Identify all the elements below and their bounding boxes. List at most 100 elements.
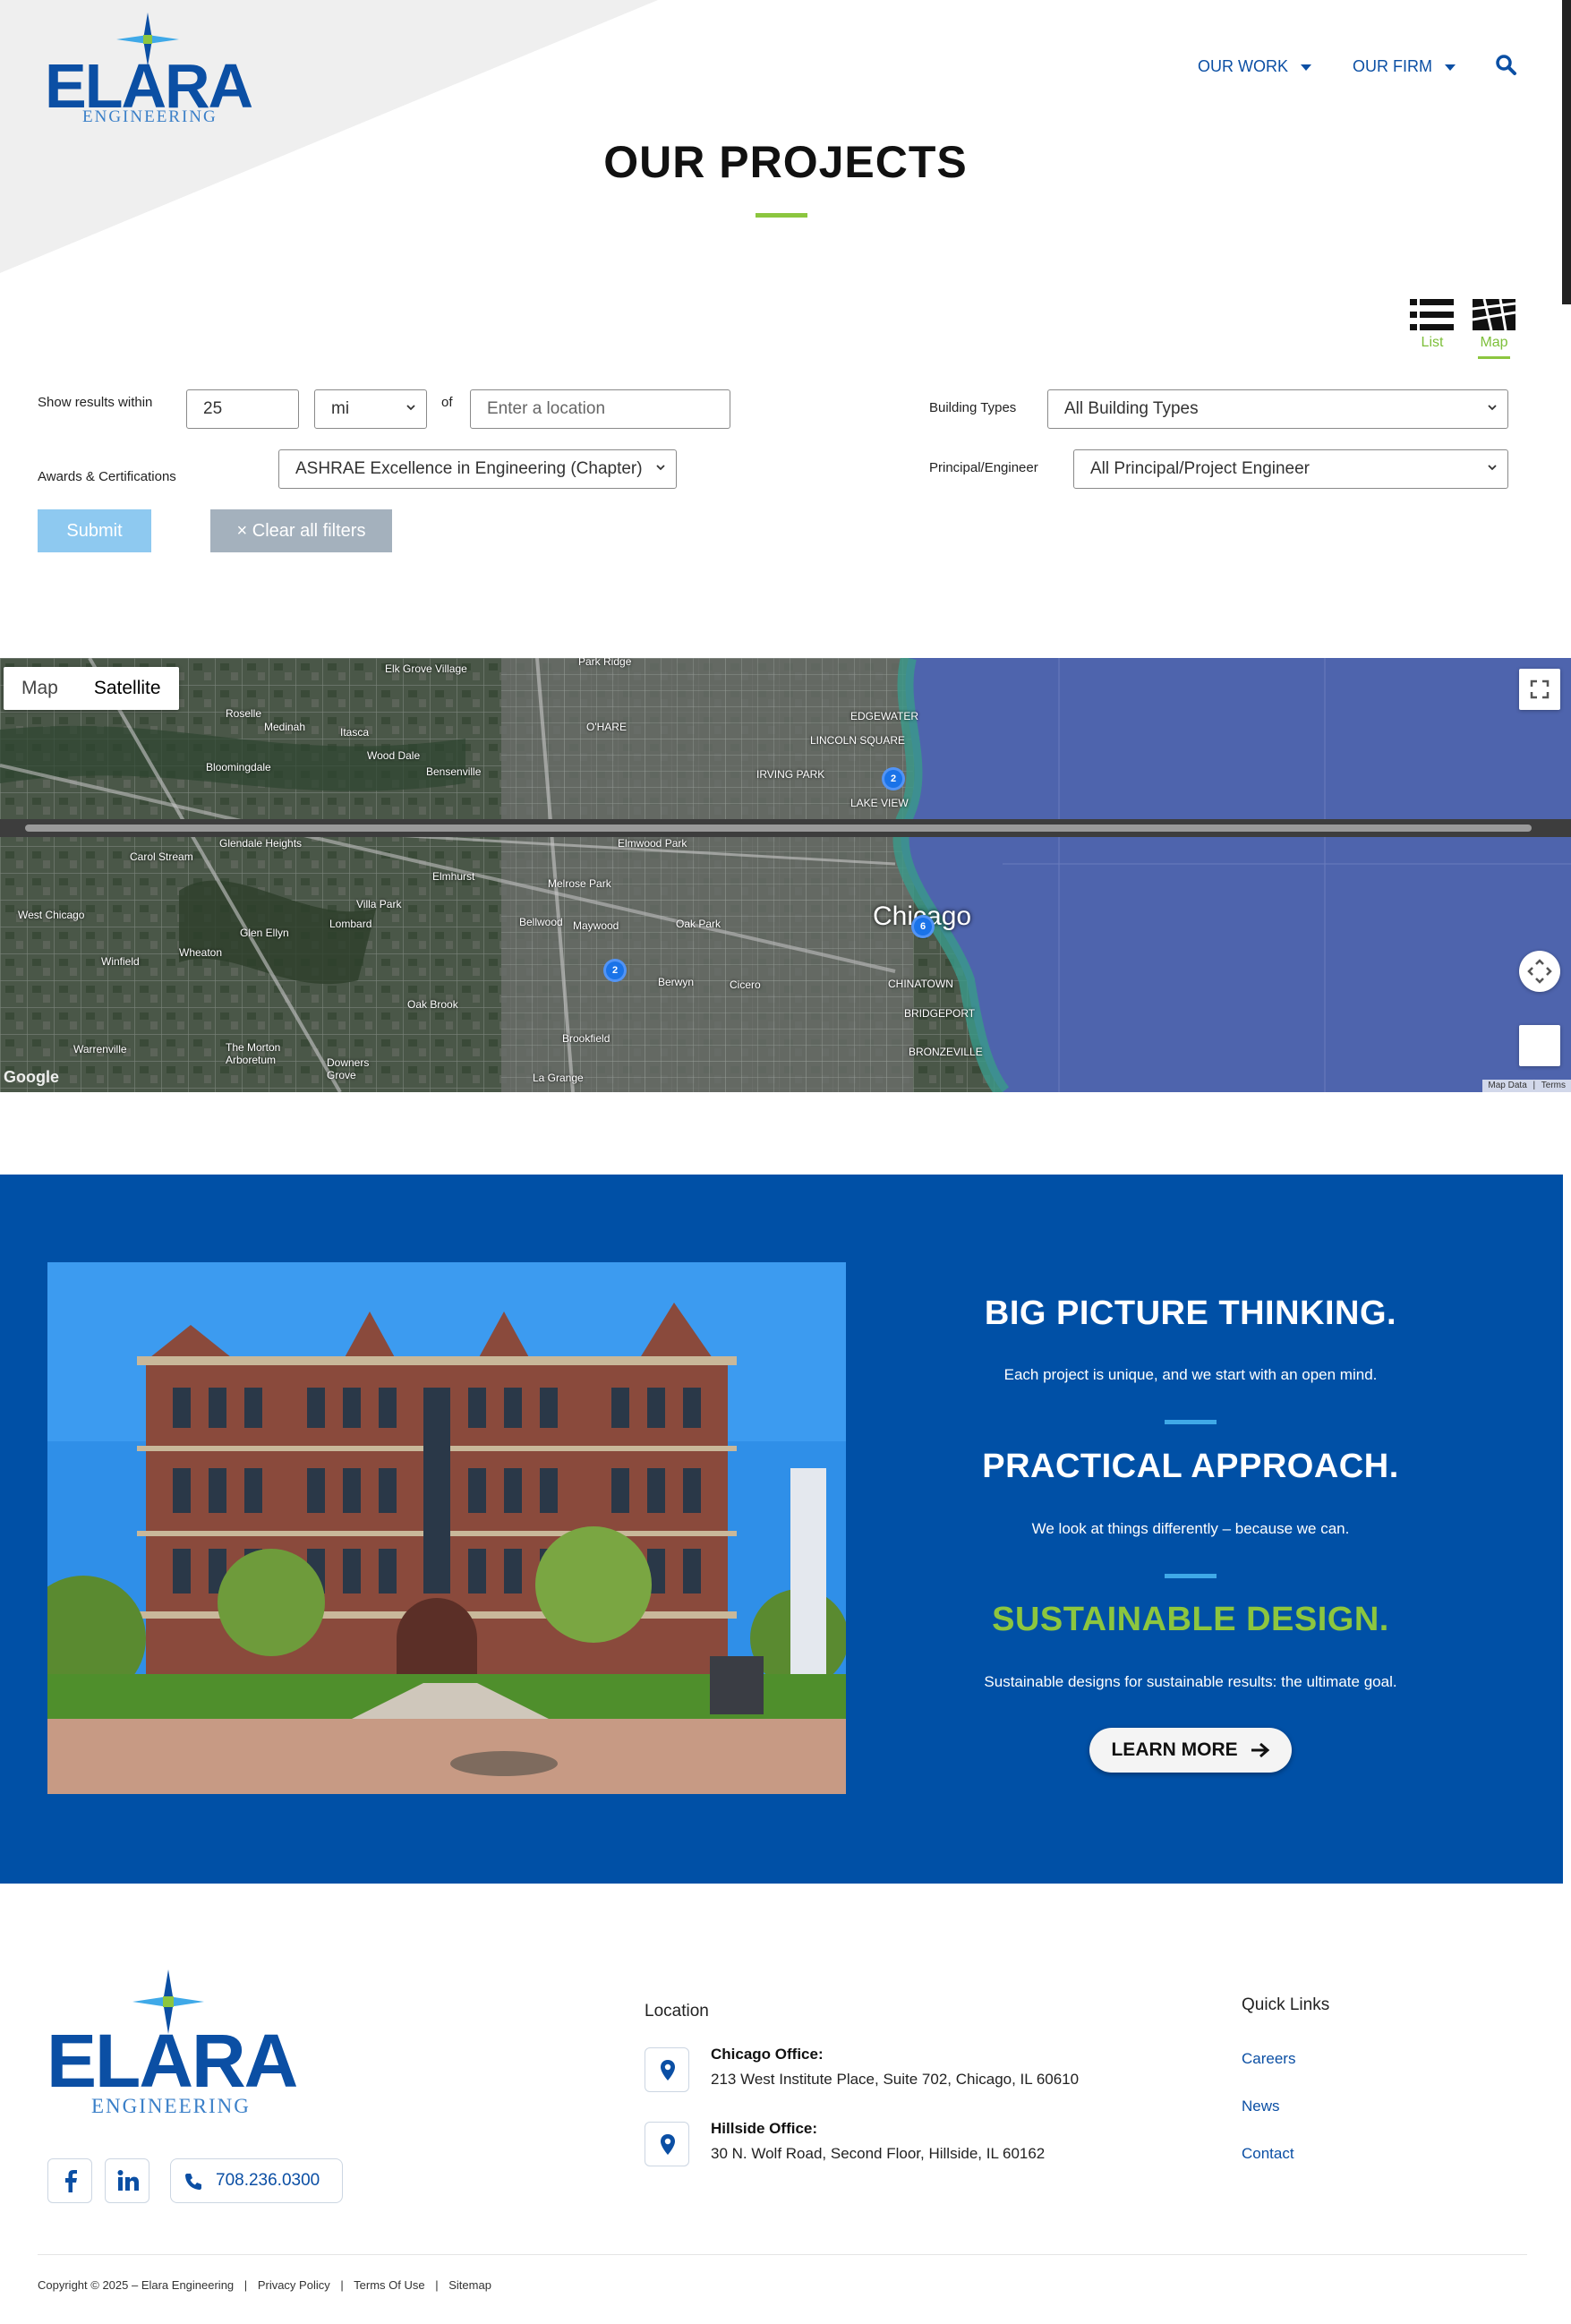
map-terms-link[interactable]: Terms — [1541, 1081, 1566, 1090]
list-view-toggle[interactable]: List — [1407, 298, 1457, 351]
map-place-label: CHINATOWN — [888, 978, 953, 990]
map-place-label: Oak Brook — [407, 998, 458, 1011]
sitemap-link[interactable]: Sitemap — [448, 2278, 491, 2292]
map-zoom-control[interactable] — [1519, 1025, 1560, 1066]
map-satellite-imagery — [0, 658, 1571, 1092]
site-logo[interactable]: ELARA ENGINEERING — [45, 13, 253, 129]
map-view-toggle[interactable]: Map — [1470, 298, 1518, 351]
map-cluster-marker[interactable]: 2 — [603, 959, 627, 982]
map-place-label: Winfield — [101, 955, 140, 968]
map-pan-control[interactable] — [1519, 951, 1560, 992]
hillside-office-address: 30 N. Wolf Road, Second Floor, Hillside,… — [711, 2145, 1046, 2162]
map-place-label: Park Ridge — [578, 658, 632, 668]
awards-label: Awards & Certifications — [38, 469, 176, 484]
building-photo-illustration — [47, 1262, 846, 1794]
chevron-down-icon — [656, 465, 665, 471]
unit-select[interactable]: mi — [314, 389, 427, 429]
distance-input[interactable]: 25 — [186, 389, 299, 429]
principal-select[interactable]: All Principal/Project Engineer — [1073, 449, 1508, 489]
projects-map[interactable]: Elk Grove Village Park Ridge Roselle Med… — [0, 658, 1571, 1092]
promo-heading-1: BIG PICTURE THINKING. — [984, 1294, 1397, 1332]
copyright-text: Copyright © 2025 – Elara Engineering — [38, 2278, 235, 2292]
building-types-value: All Building Types — [1064, 399, 1199, 418]
fullscreen-button[interactable] — [1519, 669, 1560, 710]
scrollbar-thumb[interactable] — [25, 825, 1532, 832]
submit-button[interactable]: Submit — [38, 509, 151, 552]
building-types-select[interactable]: All Building Types — [1047, 389, 1508, 429]
chicago-office-address: 213 West Institute Place, Suite 702, Chi… — [711, 2071, 1080, 2088]
nav-our-firm-label: OUR FIRM — [1353, 57, 1432, 75]
chevron-down-icon — [1488, 405, 1497, 411]
horizontal-scrollbar[interactable] — [0, 819, 1571, 837]
learn-more-button[interactable]: LEARN MORE — [1089, 1728, 1292, 1773]
location-pin-badge — [645, 2047, 689, 2092]
map-place-label: EDGEWATER — [850, 710, 919, 722]
title-underline — [756, 213, 807, 218]
promo-heading-2: PRACTICAL APPROACH. — [982, 1448, 1399, 1485]
map-place-label: Elmhurst — [432, 870, 475, 883]
linkedin-link[interactable] — [105, 2158, 149, 2203]
chevron-down-icon — [1488, 465, 1497, 471]
terms-of-use-link[interactable]: Terms Of Use — [354, 2278, 424, 2292]
chicago-office-title: Chicago Office: — [711, 2046, 824, 2063]
map-data-link[interactable]: Map Data — [1488, 1081, 1526, 1090]
promo-text-3: Sustainable designs for sustainable resu… — [984, 1673, 1397, 1690]
hillside-office-title: Hillside Office: — [711, 2120, 818, 2137]
nav-our-work-label: OUR WORK — [1198, 57, 1288, 75]
nav-our-firm[interactable]: OUR FIRM — [1353, 57, 1456, 76]
promo-divider — [1165, 1420, 1217, 1424]
awards-value: ASHRAE Excellence in Engineering (Chapte… — [295, 459, 643, 478]
list-view-label: List — [1421, 335, 1444, 350]
principal-value: All Principal/Project Engineer — [1090, 459, 1311, 478]
map-cluster-marker[interactable]: 2 — [882, 767, 905, 790]
arrow-right-icon — [1251, 1743, 1269, 1758]
building-photo — [47, 1262, 846, 1794]
map-icon — [1472, 298, 1516, 331]
footer-divider — [38, 2254, 1527, 2255]
map-type-map-button[interactable]: Map — [4, 667, 76, 710]
privacy-policy-link[interactable]: Privacy Policy — [258, 2278, 330, 2292]
map-type-satellite-button[interactable]: Satellite — [76, 667, 179, 710]
map-place-label: Lombard — [329, 918, 372, 930]
quick-link-news[interactable]: News — [1242, 2098, 1280, 2115]
quick-links-heading: Quick Links — [1242, 1995, 1330, 2014]
site-header: ELARA ENGINEERING OUR WORK OUR FIRM — [0, 0, 1571, 273]
building-types-label: Building Types — [929, 400, 1017, 415]
pan-icon — [1527, 959, 1552, 984]
quick-link-careers[interactable]: Careers — [1242, 2050, 1295, 2068]
chevron-down-icon — [1445, 64, 1456, 71]
clear-filters-button[interactable]: × Clear all filters — [210, 509, 392, 552]
page-scrollbar-thumb[interactable] — [1562, 0, 1571, 304]
map-place-label: Bloomingdale — [206, 761, 271, 773]
map-place-label: Oak Park — [676, 918, 721, 930]
of-label: of — [441, 395, 453, 410]
location-input[interactable]: Enter a location — [470, 389, 730, 429]
footer-logo[interactable]: ELARA ENGINEERING — [47, 1969, 306, 2122]
map-pin-icon — [661, 2060, 675, 2080]
facebook-link[interactable] — [47, 2158, 92, 2203]
map-cluster-marker[interactable]: 6 — [911, 915, 935, 938]
logo-wordmark: ELARA — [47, 2019, 298, 2103]
phone-link[interactable]: 708.236.0300 — [170, 2158, 343, 2203]
map-place-label: BRONZEVILLE — [909, 1046, 983, 1058]
chevron-down-icon — [1301, 64, 1311, 71]
map-place-label: Bellwood — [519, 916, 563, 928]
promo-text-1: Each project is unique, and we start wit… — [1003, 1366, 1378, 1383]
map-place-label: Brookfield — [562, 1032, 610, 1045]
promo-divider — [1165, 1574, 1217, 1578]
map-place-label: Villa Park — [356, 898, 402, 910]
search-icon[interactable] — [1495, 54, 1518, 77]
map-place-label: Roselle — [226, 707, 262, 720]
quick-link-contact[interactable]: Contact — [1242, 2145, 1294, 2163]
map-place-label: Elmwood Park — [618, 837, 687, 850]
awards-select[interactable]: ASHRAE Excellence in Engineering (Chapte… — [278, 449, 677, 489]
phone-number: 708.236.0300 — [216, 2171, 320, 2190]
nav-our-work[interactable]: OUR WORK — [1198, 57, 1311, 76]
chevron-down-icon — [406, 405, 415, 411]
page-title: OUR PROJECTS — [603, 137, 968, 187]
map-place-label: Wheaton — [179, 946, 223, 959]
location-heading: Location — [645, 2002, 709, 2021]
map-place-label: Elk Grove Village — [385, 662, 467, 675]
map-place-label: Cicero — [730, 978, 761, 991]
separator: | — [340, 2278, 344, 2292]
